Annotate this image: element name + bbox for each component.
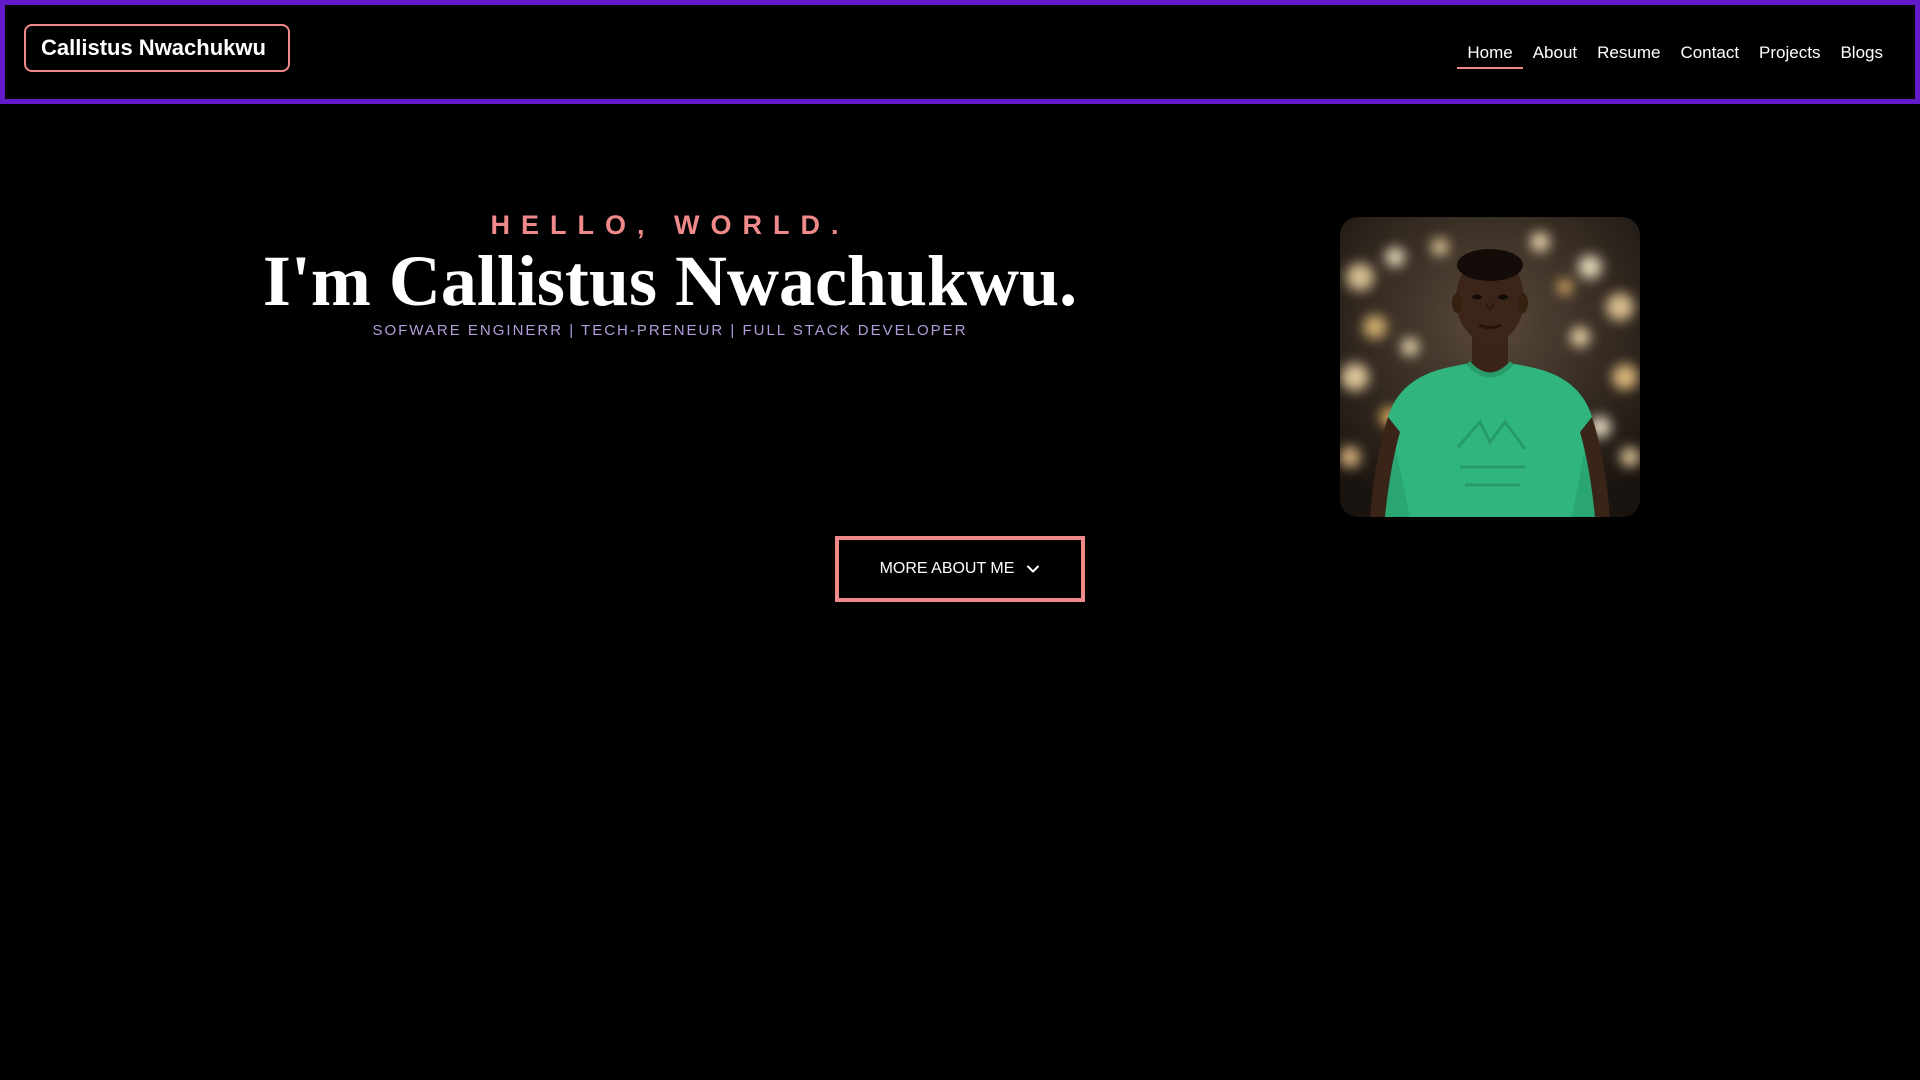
hero-section: HELLO, WORLD. I'm Callistus Nwachukwu. S… bbox=[0, 0, 1920, 1080]
hero-greeting: HELLO, WORLD. bbox=[490, 210, 850, 240]
more-about-me-button[interactable]: MORE ABOUT ME bbox=[835, 536, 1085, 602]
hero-subtitle: SOFWARE ENGINERR | TECH-PRENEUR | FULL S… bbox=[372, 322, 968, 339]
profile-photo-image bbox=[1340, 217, 1640, 517]
profile-photo bbox=[1340, 217, 1640, 517]
more-about-me-label: MORE ABOUT ME bbox=[879, 560, 1015, 577]
chevron-down-icon bbox=[1027, 565, 1040, 573]
hero-headline: I'm Callistus Nwachukwu. bbox=[262, 241, 1078, 321]
